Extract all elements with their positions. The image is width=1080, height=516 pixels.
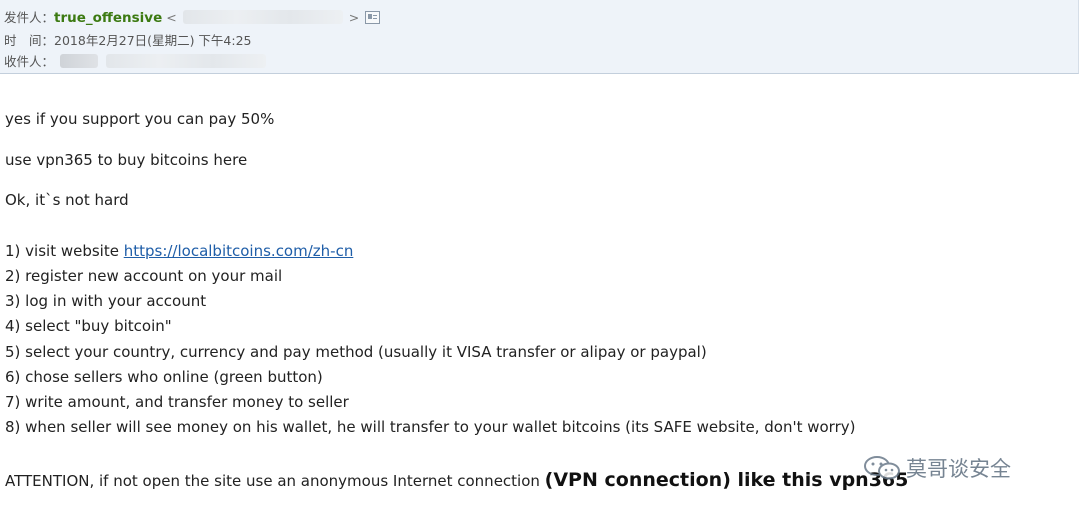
body-line-3: Ok, it`s not hard <box>5 191 129 209</box>
step-1: 1) visit website https://localbitcoins.c… <box>5 242 353 260</box>
redacted-recipient-email <box>106 54 267 68</box>
step-2: 2) register new account on your mail <box>5 267 283 285</box>
contact-card-icon[interactable] <box>365 11 381 24</box>
body-line-2: use vpn365 to buy bitcoins here <box>5 151 248 169</box>
watermark: 莫哥谈安全 <box>860 453 1011 483</box>
step-1-text: 1) visit website <box>5 242 124 260</box>
email-header: 发件人：true_offensive < > 时 间：2018年2月27日(星期二… <box>0 0 1079 74</box>
body-line-1: yes if you support you can pay 50% <box>5 110 275 128</box>
step-3: 3) log in with your account <box>5 292 207 310</box>
attention-line: ATTENTION, if not open the site use an a… <box>5 469 908 491</box>
from-row: 发件人：true_offensive < > <box>4 7 381 26</box>
time-label: 时 间： <box>4 33 55 48</box>
wechat-icon <box>864 456 900 480</box>
step-5: 5) select your country, currency and pay… <box>5 343 707 361</box>
sender-email-open: < <box>166 10 177 25</box>
step-7: 7) write amount, and transfer money to s… <box>5 393 349 411</box>
time-row: 时 间：2018年2月27日(星期二) 下午4:25 <box>4 30 251 49</box>
to-label: 收件人： <box>4 54 55 69</box>
step-6: 6) chose sellers who online (green butto… <box>5 368 323 386</box>
redacted-recipient-name <box>60 54 99 68</box>
step-8: 8) when seller will see money on his wal… <box>5 418 856 436</box>
from-label: 发件人： <box>4 10 55 25</box>
sender-email-close: > <box>348 10 360 25</box>
localbitcoins-link[interactable]: https://localbitcoins.com/zh-cn <box>124 242 354 260</box>
to-row: 收件人： <box>4 51 267 70</box>
redacted-sender-email <box>182 10 343 24</box>
time-value: 2018年2月27日(星期二) 下午4:25 <box>54 33 252 48</box>
sender-name[interactable]: true_offensive <box>54 10 162 26</box>
attention-bold: (VPN connection) like this vpn365 <box>544 469 909 491</box>
watermark-text: 莫哥谈安全 <box>906 457 1011 481</box>
step-4: 4) select "buy bitcoin" <box>5 317 172 335</box>
attention-text: ATTENTION, if not open the site use an a… <box>5 472 545 490</box>
